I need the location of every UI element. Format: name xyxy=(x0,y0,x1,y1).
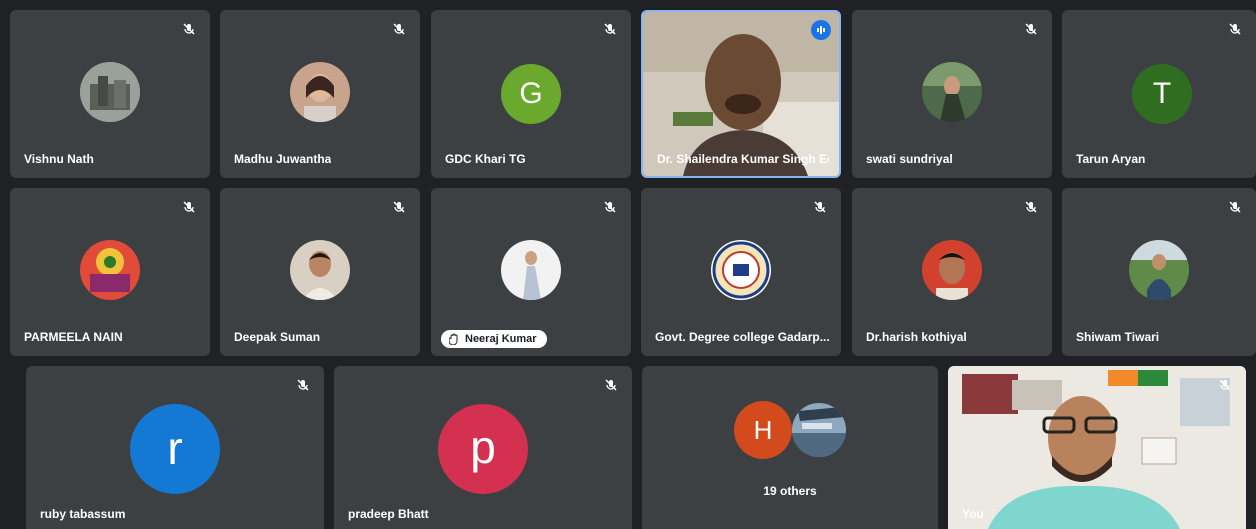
others-count: 19 others xyxy=(763,484,817,498)
participant-tile-parmeela-nain[interactable]: PARMEELA NAIN xyxy=(10,188,210,356)
avatar-initial: G xyxy=(501,64,561,124)
participant-tile-shiwam-tiwari[interactable]: Shiwam Tiwari xyxy=(1062,188,1256,356)
participant-tile-pradeep-bhatt[interactable]: p pradeep Bhatt xyxy=(334,366,632,529)
avatar-initial: T xyxy=(1132,64,1192,124)
others-tile[interactable]: H 19 others xyxy=(642,366,938,529)
self-video-feed xyxy=(948,366,1246,529)
avatar xyxy=(790,401,848,459)
participant-name: Deepak Suman xyxy=(234,330,321,344)
participant-tile-neeraj-kumar[interactable]: Neeraj Kumar xyxy=(431,188,631,356)
participant-tile-swati-sundriyal[interactable]: swati sundriyal xyxy=(852,10,1052,178)
participant-name: Govt. Degree college Gadarp... xyxy=(655,330,830,344)
avatar xyxy=(80,240,140,300)
mic-off-icon xyxy=(1229,23,1241,35)
participant-name: Dr.harish kothiyal xyxy=(866,330,967,344)
participant-name: Shiwam Tiwari xyxy=(1076,330,1160,344)
mic-off-icon xyxy=(1025,23,1037,35)
participant-tile-gdc-khari-tg[interactable]: G GDC Khari TG xyxy=(431,10,631,178)
mic-off-icon xyxy=(604,201,616,213)
mic-off-icon xyxy=(393,23,405,35)
participant-name: Neeraj Kumar xyxy=(465,333,537,345)
avatar-initial: p xyxy=(438,404,528,494)
avatar xyxy=(1129,240,1189,300)
mic-off-icon xyxy=(1025,201,1037,213)
participant-name: Madhu Juwantha xyxy=(234,152,332,166)
mic-off-icon xyxy=(604,23,616,35)
avatar-initial: r xyxy=(130,404,220,494)
avatar xyxy=(711,240,771,300)
avatar xyxy=(922,62,982,122)
participant-tile-dr-harish-kothiyal[interactable]: Dr.harish kothiyal xyxy=(852,188,1052,356)
speaking-indicator-icon xyxy=(811,20,831,40)
participant-name: Tarun Aryan xyxy=(1076,152,1146,166)
avatar xyxy=(290,240,350,300)
mic-off-icon xyxy=(814,201,826,213)
self-name: You xyxy=(962,507,984,521)
avatar xyxy=(290,62,350,122)
participant-name: Dr. Shailendra Kumar Singh Ec... xyxy=(657,152,830,166)
avatar xyxy=(501,240,561,300)
participant-name: swati sundriyal xyxy=(866,152,953,166)
avatar-initial: H xyxy=(734,401,792,459)
mic-off-icon xyxy=(393,201,405,213)
avatar xyxy=(80,62,140,122)
participant-tile-govt-degree-college[interactable]: Govt. Degree college Gadarp... xyxy=(641,188,841,356)
self-view-tile[interactable]: You xyxy=(948,366,1246,529)
participant-tile-ruby-tabassum[interactable]: r ruby tabassum xyxy=(26,366,324,529)
mic-off-icon xyxy=(183,201,195,213)
hand-raised-icon xyxy=(449,333,458,345)
participant-name: ruby tabassum xyxy=(40,507,126,521)
participant-tile-deepak-suman[interactable]: Deepak Suman xyxy=(220,188,420,356)
mic-off-icon xyxy=(1229,201,1241,213)
avatar xyxy=(922,240,982,300)
participant-name: GDC Khari TG xyxy=(445,152,526,166)
participant-name: Vishnu Nath xyxy=(24,152,94,166)
mic-off-icon xyxy=(297,379,309,391)
participant-tile-vishnu-nath[interactable]: Vishnu Nath xyxy=(10,10,210,178)
name-pill: Neeraj Kumar xyxy=(441,330,547,348)
mic-off-icon xyxy=(605,379,617,391)
participant-name: PARMEELA NAIN xyxy=(24,330,123,344)
participant-tile-tarun-aryan[interactable]: T Tarun Aryan xyxy=(1062,10,1256,178)
participant-tile-active-speaker[interactable]: Dr. Shailendra Kumar Singh Ec... xyxy=(641,10,841,178)
participant-tile-madhu-juwantha[interactable]: Madhu Juwantha xyxy=(220,10,420,178)
mic-off-icon xyxy=(183,23,195,35)
mic-off-icon xyxy=(1219,379,1231,391)
participant-name: pradeep Bhatt xyxy=(348,507,429,521)
